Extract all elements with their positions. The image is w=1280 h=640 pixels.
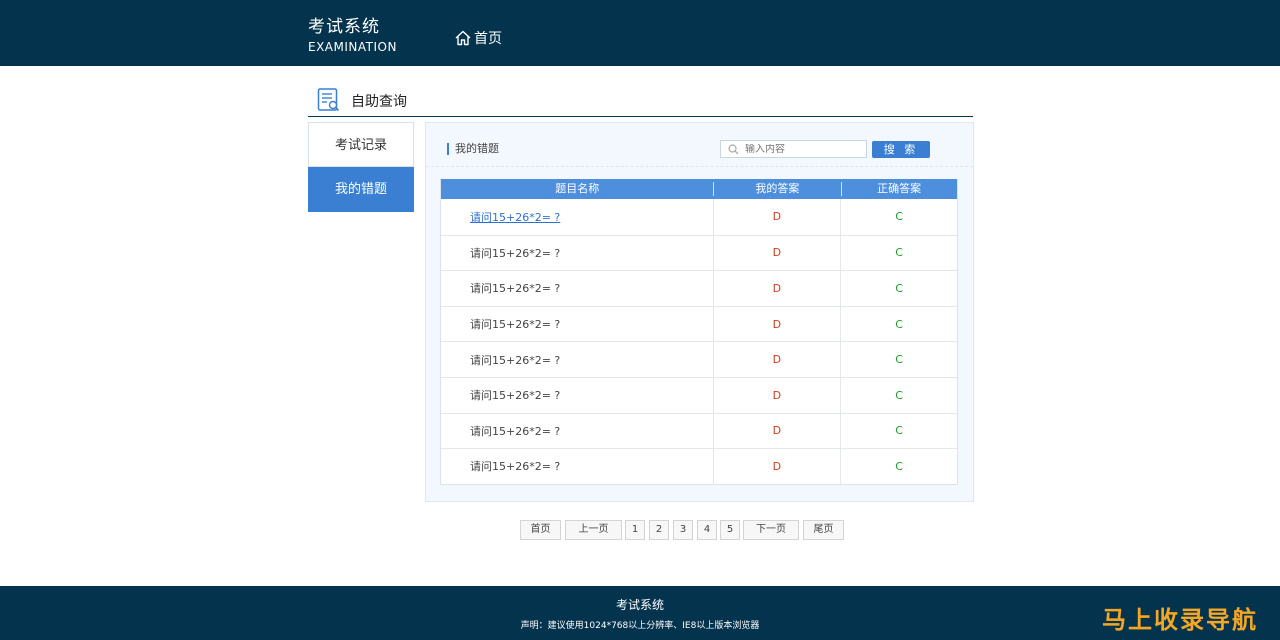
home-nav-link[interactable]: 首页 xyxy=(454,28,502,48)
panel-toolbar: 我的错题 搜 索 xyxy=(426,123,973,167)
correct-answer-cell: C xyxy=(895,246,903,260)
page-number-button[interactable]: 5 xyxy=(720,520,740,540)
my-answer-cell: D xyxy=(714,235,842,271)
sidebar-item-wrong-questions[interactable]: 我的错题 xyxy=(308,167,414,212)
content-panel: 我的错题 搜 索 题目名称 我的答案 正确答案 请问15+26*2= ?DC请问… xyxy=(425,122,974,502)
sidebar-item-exam-records[interactable]: 考试记录 xyxy=(308,122,414,167)
search-button[interactable]: 搜 索 xyxy=(872,141,930,158)
question-link[interactable]: 请问15+26*2= ? xyxy=(441,199,714,235)
my-answer-cell: D xyxy=(714,377,842,413)
table-row: 请问15+26*2= ? D C xyxy=(441,234,957,271)
page-number-button[interactable]: 4 xyxy=(697,520,717,540)
header-correct-answer: 正确答案 xyxy=(841,179,957,199)
page-last-button[interactable]: 尾页 xyxy=(803,520,844,540)
search-input[interactable] xyxy=(745,143,855,155)
top-header: 考试系统 EXAMINATION 首页 xyxy=(0,0,1280,66)
home-icon xyxy=(455,30,471,46)
my-answer-cell: D xyxy=(714,413,842,449)
table-row: 请问15+26*2= ? D C xyxy=(441,305,957,342)
header-my-answer: 我的答案 xyxy=(713,179,841,199)
page-prev-button[interactable]: 上一页 xyxy=(565,520,622,540)
question-link[interactable]: 请问15+26*2= ? xyxy=(441,413,714,449)
question-link[interactable]: 请问15+26*2= ? xyxy=(441,271,714,306)
page-number-button[interactable]: 1 xyxy=(625,520,645,540)
section-title: 自助查询 xyxy=(351,94,407,110)
question-link[interactable]: 请问15+26*2= ? xyxy=(441,377,714,413)
home-nav-label: 首页 xyxy=(474,31,502,47)
my-answer-cell: D xyxy=(714,342,842,377)
page-first-button[interactable]: 首页 xyxy=(520,520,561,540)
question-link[interactable]: 请问15+26*2= ? xyxy=(441,306,714,342)
table-row: 请问15+26*2= ? D C xyxy=(441,412,957,449)
header-question-name: 题目名称 xyxy=(555,182,600,195)
correct-answer-cell: C xyxy=(895,459,903,473)
page-next-button[interactable]: 下一页 xyxy=(743,520,799,540)
correct-answer-cell: C xyxy=(895,210,903,224)
sidebar: 考试记录 我的错题 xyxy=(308,122,414,212)
correct-answer-cell: C xyxy=(895,281,903,295)
pagination: 首页 上一页 1 2 3 4 5 下一页 尾页 xyxy=(0,520,1280,540)
page-number-button[interactable]: 3 xyxy=(673,520,693,540)
page-footer: 考试系统 声明：建议使用1024*768以上分辨率、IE8以上版本浏览器 xyxy=(0,586,1280,640)
page-number-button[interactable]: 2 xyxy=(649,520,669,540)
footer-notice: 声明：建议使用1024*768以上分辨率、IE8以上版本浏览器 xyxy=(520,621,760,631)
my-answer-cell: D xyxy=(714,449,842,484)
footer-title: 考试系统 xyxy=(615,598,664,612)
panel-breadcrumb: 我的错题 xyxy=(447,143,499,155)
site-watermark: 马上收录导航 xyxy=(1102,606,1258,634)
section-header: 自助查询 xyxy=(308,86,973,117)
document-search-icon xyxy=(317,88,340,112)
wrong-questions-table: 题目名称 我的答案 正确答案 请问15+26*2= ? D C 请问15+26*2= … xyxy=(440,179,958,485)
search-field[interactable] xyxy=(720,140,867,158)
table-row: 请问15+26*2= ? D C xyxy=(441,270,957,306)
my-answer-cell: D xyxy=(714,199,842,235)
question-link[interactable]: 请问15+26*2= ? xyxy=(441,235,714,271)
brand-logo[interactable]: 考试系统 EXAMINATION xyxy=(308,16,397,55)
table-row: 请问15+26*2= ? D C xyxy=(441,448,957,484)
table-row: 请问15+26*2= ? D C xyxy=(441,376,957,413)
question-link[interactable]: 请问15+26*2= ? xyxy=(441,449,714,484)
my-answer-cell: D xyxy=(714,271,842,306)
correct-answer-cell: C xyxy=(895,424,903,438)
correct-answer-cell: C xyxy=(895,388,903,402)
table-header: 题目名称 我的答案 正确答案 xyxy=(441,179,957,199)
brand-title: 考试系统 xyxy=(308,17,380,37)
my-answer-cell: D xyxy=(714,306,842,342)
table-row: 请问15+26*2= ? D C xyxy=(441,199,957,235)
question-link[interactable]: 请问15+26*2= ? xyxy=(441,342,714,377)
search-icon xyxy=(728,143,739,154)
brand-subtitle: EXAMINATION xyxy=(308,40,397,54)
correct-answer-cell: C xyxy=(895,317,903,331)
correct-answer-cell: C xyxy=(895,353,903,367)
table-body: 请问15+26*2= ? D C 请问15+26*2= ? D C 请问15+26*2= ?… xyxy=(441,199,957,484)
table-row: 请问15+26*2= ? D C xyxy=(441,341,957,377)
